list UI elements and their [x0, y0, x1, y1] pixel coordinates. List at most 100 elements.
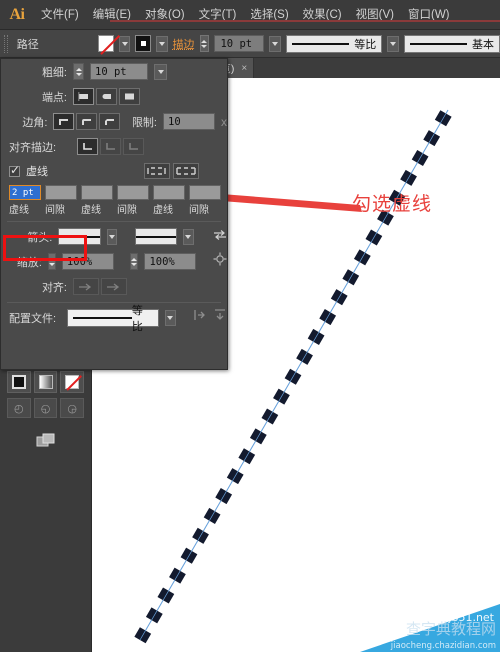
- dash-gap-fields: 2 pt 虚线 间隙 虚线 间隙 虚线 间隙: [1, 183, 227, 218]
- watermark-brand: 查字典教程网: [405, 620, 496, 638]
- arrowhead-row: 箭头:: [1, 224, 227, 249]
- stroke-dropdown-arrow[interactable]: [155, 35, 168, 52]
- width-profile-preview: [72, 316, 132, 319]
- gap-field-2[interactable]: [117, 185, 149, 200]
- align-center-stroke-icon[interactable]: [77, 138, 98, 155]
- fill-swatch[interactable]: [98, 35, 114, 52]
- change-screen-mode-icon[interactable]: [33, 432, 59, 452]
- watermark: jb51.net 查字典教程网 jiaocheng.chazidian.com: [360, 590, 500, 652]
- gap-field-2-col: 间隙: [117, 185, 149, 218]
- control-bar-grip[interactable]: [4, 34, 8, 53]
- arrowhead-scale-row: 缩放: 100% 100%: [1, 249, 227, 274]
- width-profile-dropdown-arrow[interactable]: [164, 309, 176, 326]
- align-inside-stroke-icon[interactable]: [100, 138, 121, 155]
- arrowhead-end-select[interactable]: [134, 228, 178, 245]
- dash-align-corners-icon[interactable]: [173, 163, 199, 179]
- ai-logo-icon: Ai: [9, 5, 26, 23]
- stroke-weight-field[interactable]: 10 pt: [214, 35, 265, 52]
- screen-mode-row: [0, 418, 91, 452]
- close-icon[interactable]: ×: [241, 63, 247, 74]
- none-button[interactable]: [60, 371, 85, 393]
- menu-view[interactable]: 视图(V): [349, 0, 401, 30]
- draw-behind-button[interactable]: ◵: [33, 398, 58, 418]
- round-join-icon[interactable]: [76, 113, 98, 130]
- swap-arrowheads-icon[interactable]: [213, 228, 227, 246]
- gap-field-3[interactable]: [189, 185, 221, 200]
- arrowhead-start-dropdown-arrow[interactable]: [106, 228, 117, 245]
- arrowhead-end-dropdown-arrow[interactable]: [183, 228, 194, 245]
- arrowhead-start-select[interactable]: [58, 228, 101, 245]
- align-stroke-button-group: [77, 138, 144, 155]
- link-arrowhead-scales-icon[interactable]: [213, 252, 227, 271]
- profile2-label: 基本: [471, 38, 494, 51]
- dash-field-3[interactable]: [153, 185, 185, 200]
- fill-dropdown-arrow[interactable]: [118, 35, 131, 52]
- weight-field[interactable]: 10 pt: [90, 63, 148, 80]
- variable-width-profile-select[interactable]: 等比: [286, 34, 383, 53]
- corner-button-group: [53, 113, 121, 130]
- menu-window[interactable]: 窗口(W): [401, 0, 457, 30]
- dash-field-1[interactable]: 2 pt: [9, 185, 41, 200]
- width-profile-row: 配置文件: 等比: [1, 305, 227, 333]
- weight-dropdown-arrow[interactable]: [154, 63, 167, 80]
- scale-start-field[interactable]: 100%: [61, 253, 114, 270]
- draw-normal-button[interactable]: ◴: [7, 398, 31, 418]
- profile1-dropdown-arrow[interactable]: [387, 35, 399, 52]
- menu-effect[interactable]: 效果(C): [296, 0, 349, 30]
- limit-label: 限制:: [131, 116, 157, 129]
- arrowhead-label: 箭头:: [27, 231, 53, 244]
- weight-label: 粗细:: [41, 66, 67, 79]
- weight-stepper[interactable]: [73, 63, 84, 80]
- menu-file[interactable]: 文件(F): [34, 0, 86, 30]
- place-arrow-at-end-icon[interactable]: [101, 278, 127, 295]
- dash-field-3-col: 虚线: [153, 185, 185, 218]
- align-outside-stroke-icon[interactable]: [123, 138, 144, 155]
- arrowhead-align-label: 对齐:: [41, 281, 67, 294]
- dash-alignment-group: [144, 163, 199, 179]
- dash-field-1-col: 2 pt 虚线: [9, 185, 41, 218]
- arrowhead-align-row: 对齐:: [1, 274, 227, 299]
- menu-object[interactable]: 对象(O): [138, 0, 192, 30]
- gap-field-3-caption: 间隙: [189, 205, 209, 216]
- dash-field-3-caption: 虚线: [153, 205, 173, 216]
- draw-inside-button[interactable]: ◶: [60, 398, 85, 418]
- menu-edit[interactable]: 编辑(E): [86, 0, 138, 30]
- miter-join-icon[interactable]: [53, 113, 75, 130]
- limit-field[interactable]: 10: [163, 113, 215, 130]
- stroke-panel: 粗细: 10 pt 端点: 边角: 限制: 10 x 对齐描边: ✓ 虚线 2 …: [0, 58, 228, 370]
- dash-field-2[interactable]: [81, 185, 113, 200]
- stroke-link-label[interactable]: 描边: [173, 36, 195, 52]
- align-stroke-row: 对齐描边:: [1, 134, 227, 159]
- gap-field-2-caption: 间隙: [117, 205, 137, 216]
- scale-start-stepper[interactable]: [47, 253, 56, 270]
- flip-along-icon[interactable]: [193, 308, 207, 327]
- butt-cap-icon[interactable]: [73, 88, 94, 105]
- stroke-swatch[interactable]: [135, 35, 151, 52]
- projecting-cap-icon[interactable]: [119, 88, 140, 105]
- scale-end-field[interactable]: 100%: [144, 253, 197, 270]
- corner-row: 边角: 限制: 10 x: [1, 109, 227, 134]
- width-profile-select[interactable]: 等比: [66, 305, 159, 333]
- flip-across-icon[interactable]: [213, 308, 227, 327]
- extend-arrow-beyond-end-icon[interactable]: [73, 278, 99, 295]
- menu-bar: Ai 文件(F) 编辑(E) 对象(O) 文字(T) 选择(S) 效果(C) 视…: [0, 0, 500, 30]
- brush-definition-select[interactable]: 基本: [403, 34, 500, 53]
- bevel-join-icon[interactable]: [99, 113, 121, 130]
- scale-end-stepper[interactable]: [130, 253, 139, 270]
- arrowhead-align-group: [73, 278, 127, 295]
- stroke-weight-stepper[interactable]: [199, 35, 210, 52]
- dashed-line-checkbox[interactable]: [9, 163, 20, 177]
- menu-select[interactable]: 选择(S): [243, 0, 295, 30]
- color-mode-row: [0, 367, 91, 393]
- control-bar: 路径 描边 10 pt 等比 基本: [0, 30, 500, 58]
- dash-preserve-exact-icon[interactable]: [144, 163, 170, 179]
- menu-type[interactable]: 文字(T): [192, 0, 244, 30]
- gap-field-1[interactable]: [45, 185, 77, 200]
- color-button[interactable]: [7, 371, 31, 393]
- round-cap-icon[interactable]: [96, 88, 117, 105]
- gradient-button[interactable]: [33, 371, 58, 393]
- stroke-weight-dropdown-arrow[interactable]: [269, 35, 282, 52]
- dashed-line-label: 虚线: [26, 166, 48, 178]
- cap-row: 端点:: [1, 84, 227, 109]
- width-profile-value: 等比: [131, 304, 143, 333]
